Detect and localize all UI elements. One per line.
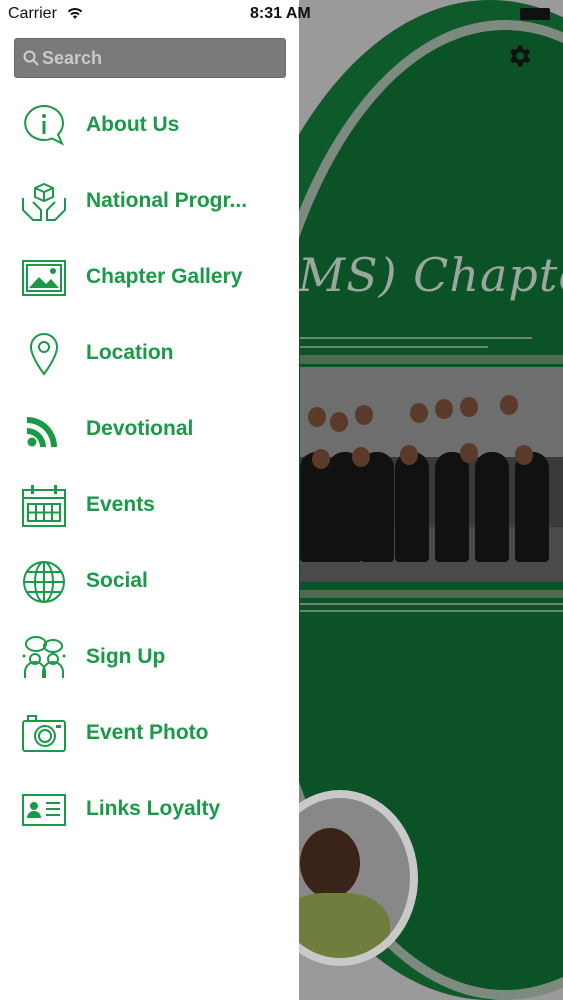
carrier-label: Carrier [8,5,57,22]
menu-item-label: Chapter Gallery [86,265,243,288]
menu-item-label: Events [86,493,155,516]
calendar-icon [22,485,66,527]
wifi-icon [67,7,83,19]
globe-icon [23,561,65,603]
menu-item-label: Location [86,341,174,364]
menu-item-label: About Us [86,113,180,136]
status-bar: Carrier 8:31 AM [0,0,563,30]
menu-item-events[interactable]: Events [0,468,299,544]
menu-item-social[interactable]: Social [0,544,299,620]
camera-icon [22,715,66,752]
menu-item-event-photo[interactable]: Event Photo [0,696,299,772]
menu-item-links-loyalty[interactable]: Links Loyalty [0,772,299,848]
background-divider [300,346,488,348]
menu-item-chapter-gallery[interactable]: Chapter Gallery [0,240,299,316]
picture-icon [22,260,66,296]
menu-item-about-us[interactable]: About Us [0,88,299,164]
battery-icon [520,8,550,20]
side-drawer: Search About Us National Progr... Chapte… [0,0,299,1000]
menu-item-national-programs[interactable]: National Progr... [0,164,299,240]
clock: 8:31 AM [250,5,311,22]
people-chat-icon [22,636,66,678]
menu-item-sign-up[interactable]: Sign Up [0,620,299,696]
background-divider [300,610,563,612]
hands-box-icon [22,182,66,221]
info-bubble-icon [24,104,65,146]
background-title: MS) Chapter [298,248,563,302]
search-input[interactable]: Search [42,48,102,69]
group-photo [300,367,563,582]
id-card-icon [22,794,66,826]
menu-item-label: Sign Up [86,645,166,668]
gear-icon[interactable] [505,42,533,70]
menu-item-location[interactable]: Location [0,316,299,392]
menu-item-label: National Progr... [86,189,248,212]
background-divider [300,355,563,364]
search-icon [23,50,39,66]
menu-item-label: Event Photo [86,721,209,744]
background-divider [300,337,532,339]
background-divider [300,603,563,605]
menu-item-label: Links Loyalty [86,797,221,820]
background-divider [300,590,563,598]
rss-icon [27,417,57,447]
menu-item-devotional[interactable]: Devotional [0,392,299,468]
menu-item-label: Devotional [86,417,194,440]
map-pin-icon [29,332,59,376]
search-bar[interactable]: Search [14,38,286,78]
menu-item-label: Social [86,569,148,592]
